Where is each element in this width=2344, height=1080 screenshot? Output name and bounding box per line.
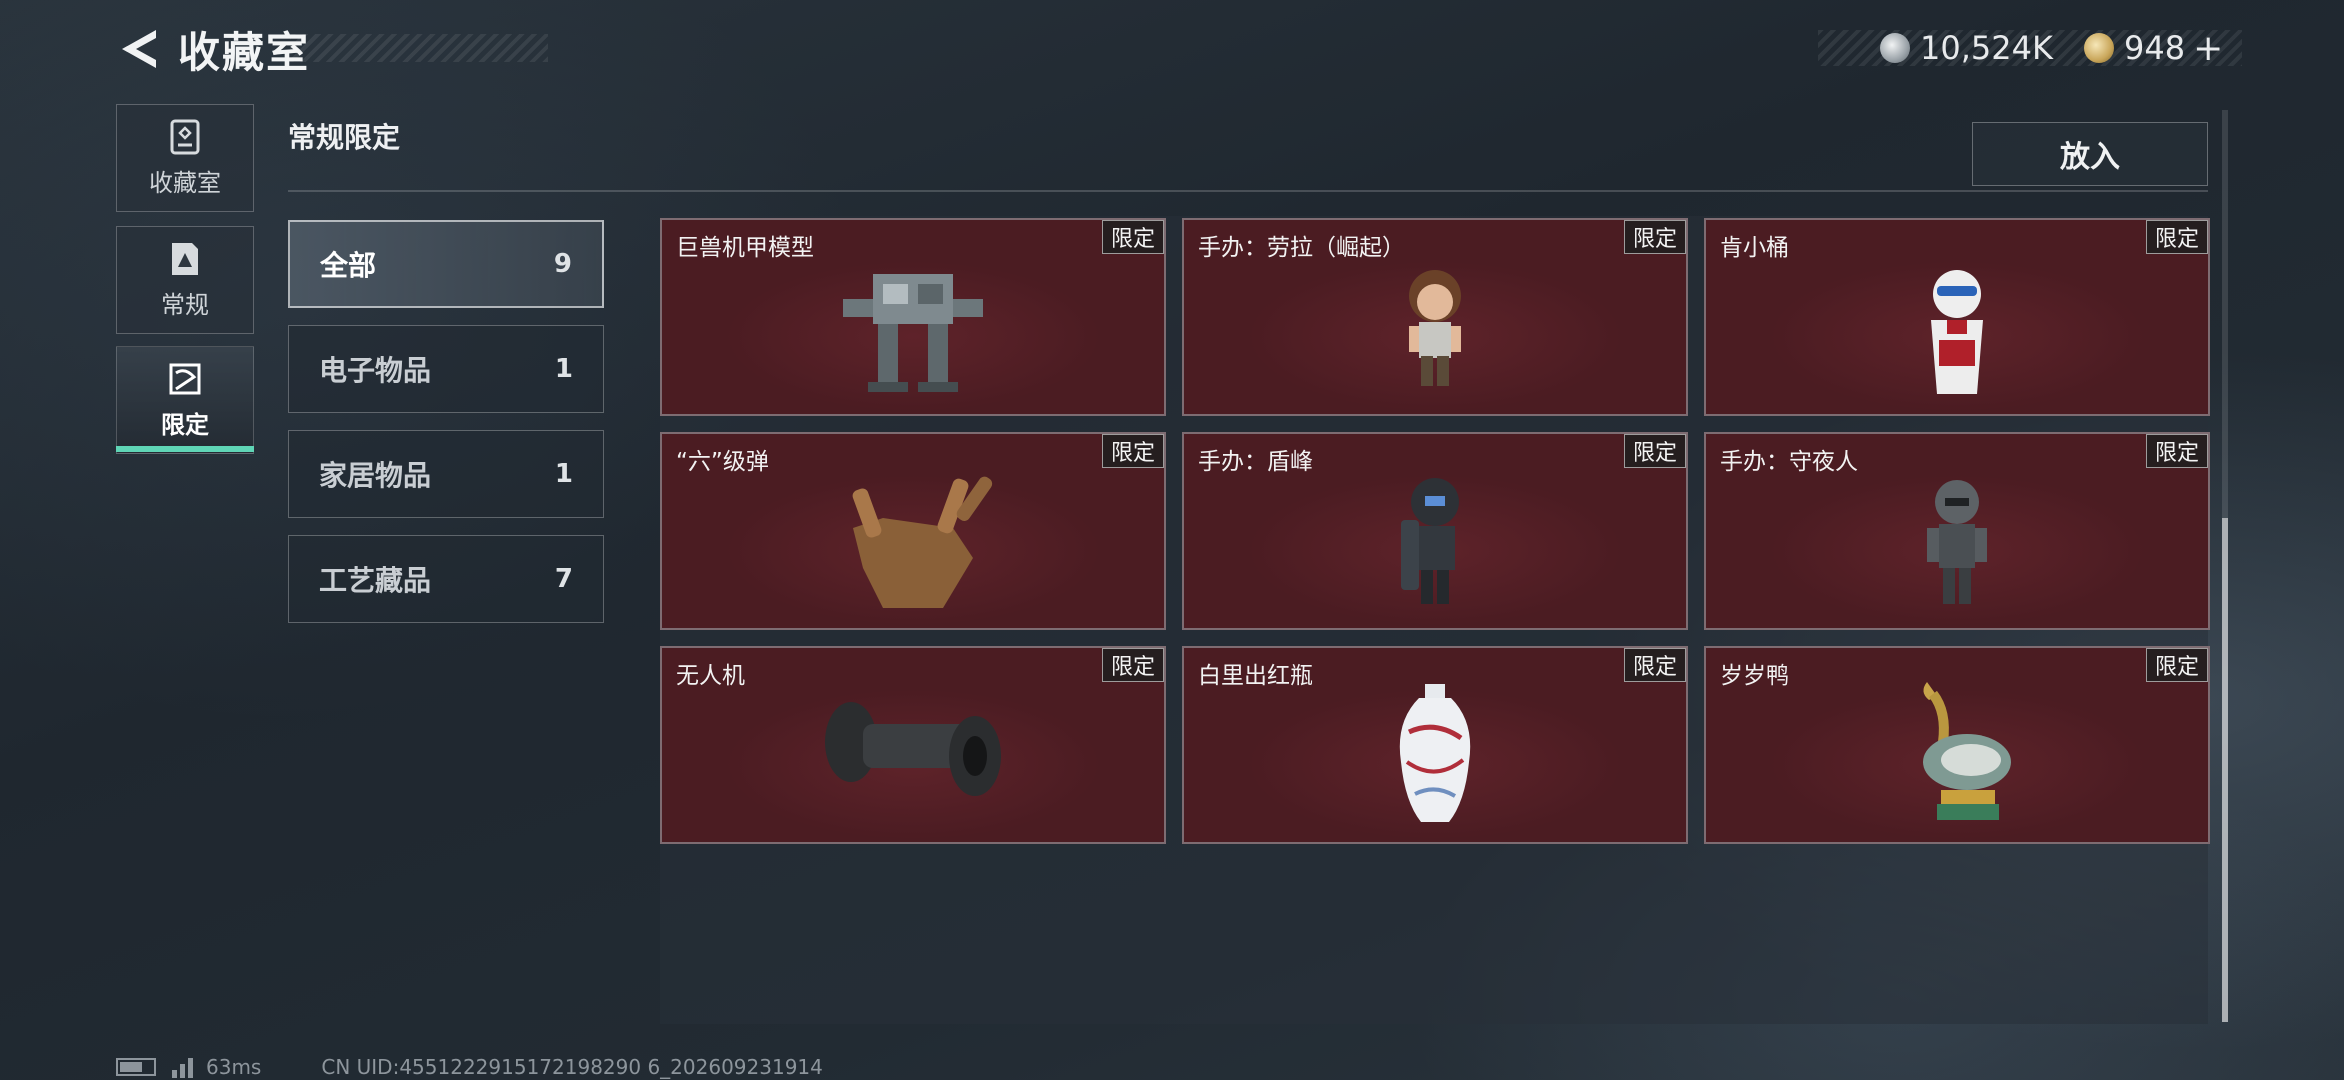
item-card-lara[interactable]: 手办：劳拉（崛起） 限定 — [1182, 218, 1688, 416]
item-card-nightwatch[interactable]: 手办：守夜人 限定 — [1704, 432, 2210, 630]
nav-label: 限定 — [161, 410, 209, 439]
item-name: “六”级弹 — [676, 449, 769, 475]
limited-badge: 限定 — [1623, 434, 1686, 468]
limited-badge: 限定 — [1101, 434, 1164, 468]
category-name: 工艺藏品 — [319, 564, 432, 597]
regular-item-icon — [172, 242, 198, 275]
figure-icon — [1409, 270, 1461, 386]
page-title: 收藏室 — [178, 27, 311, 77]
shield-figure-icon — [1401, 478, 1459, 604]
divider — [288, 190, 2208, 192]
gold-currency[interactable]: 948 + — [2084, 26, 2223, 70]
limited-item-icon — [169, 363, 201, 394]
nav-item-regular[interactable]: 常规 — [116, 226, 254, 334]
item-card-bullet[interactable]: “六”级弹 限定 — [660, 432, 1166, 630]
item-name: 白里出红瓶 — [1198, 663, 1313, 689]
limited-badge: 限定 — [1623, 220, 1686, 254]
silver-currency-value: 10,524K — [1920, 29, 2053, 67]
category-crafts[interactable]: 工艺藏品 7 — [288, 535, 604, 623]
limited-badge: 限定 — [2145, 220, 2208, 254]
collection-room-icon — [170, 119, 200, 154]
category-electronics[interactable]: 电子物品 1 — [288, 325, 604, 413]
add-currency-icon[interactable]: + — [2193, 28, 2223, 69]
drone-icon — [825, 702, 1001, 796]
item-card-duck[interactable]: 岁岁鸭 限定 — [1704, 646, 2210, 844]
status-footer: 63ms CN UID:4551222915172198290 6_202609… — [116, 1054, 823, 1080]
back-arrow-icon[interactable] — [116, 26, 162, 72]
limited-badge: 限定 — [2145, 434, 2208, 468]
active-tab-indicator — [116, 446, 254, 452]
category-count: 9 — [553, 249, 572, 279]
item-name: 手办：守夜人 — [1720, 449, 1858, 475]
item-name: 巨兽机甲模型 — [676, 235, 814, 261]
nav-item-collection-room[interactable]: 收藏室 — [116, 104, 254, 212]
battery-icon — [116, 1058, 156, 1076]
gold-coin-icon — [2084, 33, 2114, 63]
limited-badge: 限定 — [1101, 220, 1164, 254]
duck-icon — [1923, 682, 2011, 820]
category-all[interactable]: 全部 9 — [288, 220, 604, 308]
limited-badge: 限定 — [1101, 648, 1164, 682]
title-decoration — [290, 34, 548, 62]
uid-text: CN UID:4551222915172198290 6_20260923191… — [321, 1055, 823, 1079]
item-card-mech[interactable]: 巨兽机甲模型 限定 — [660, 218, 1166, 416]
robot-figure-icon — [1927, 480, 1987, 604]
limited-badge: 限定 — [1623, 648, 1686, 682]
vase-icon — [1399, 684, 1471, 822]
item-card-vase[interactable]: 白里出红瓶 限定 — [1182, 646, 1688, 844]
item-name: 手办：盾峰 — [1198, 449, 1313, 475]
bucket-figure-icon — [1931, 270, 1983, 394]
gold-currency-value: 948 — [2124, 29, 2186, 67]
item-name: 肯小桶 — [1720, 235, 1789, 261]
nav-item-limited[interactable]: 限定 — [116, 346, 254, 454]
category-count: 7 — [554, 564, 573, 594]
silver-currency: 10,524K — [1880, 26, 2053, 70]
nav-label: 收藏室 — [149, 168, 221, 197]
category-count: 1 — [554, 354, 573, 384]
item-name: 手办：劳拉（崛起） — [1198, 235, 1405, 261]
category-name: 全部 — [320, 249, 377, 282]
item-name: 岁岁鸭 — [1720, 663, 1789, 689]
mech-icon — [843, 274, 983, 392]
item-card-bucket[interactable]: 肯小桶 限定 — [1704, 218, 2210, 416]
category-name: 电子物品 — [319, 354, 432, 387]
item-card-drone[interactable]: 无人机 限定 — [660, 646, 1166, 844]
signal-icon — [172, 1056, 196, 1078]
section-title: 常规限定 — [288, 121, 401, 154]
nav-label: 常规 — [161, 290, 209, 319]
item-name: 无人机 — [676, 663, 745, 689]
bullet-hand-icon — [852, 476, 993, 608]
category-count: 1 — [554, 459, 573, 489]
scrollbar-thumb[interactable] — [2222, 518, 2228, 1022]
ping-value: 63ms — [206, 1055, 262, 1079]
place-button[interactable]: 放入 — [1972, 122, 2208, 186]
silver-coin-icon — [1880, 33, 1910, 63]
item-card-shield[interactable]: 手办：盾峰 限定 — [1182, 432, 1688, 630]
limited-badge: 限定 — [2145, 648, 2208, 682]
top-bar: 收藏室 10,524K 948 + — [0, 0, 2344, 100]
category-home[interactable]: 家居物品 1 — [288, 430, 604, 518]
category-name: 家居物品 — [319, 459, 432, 492]
